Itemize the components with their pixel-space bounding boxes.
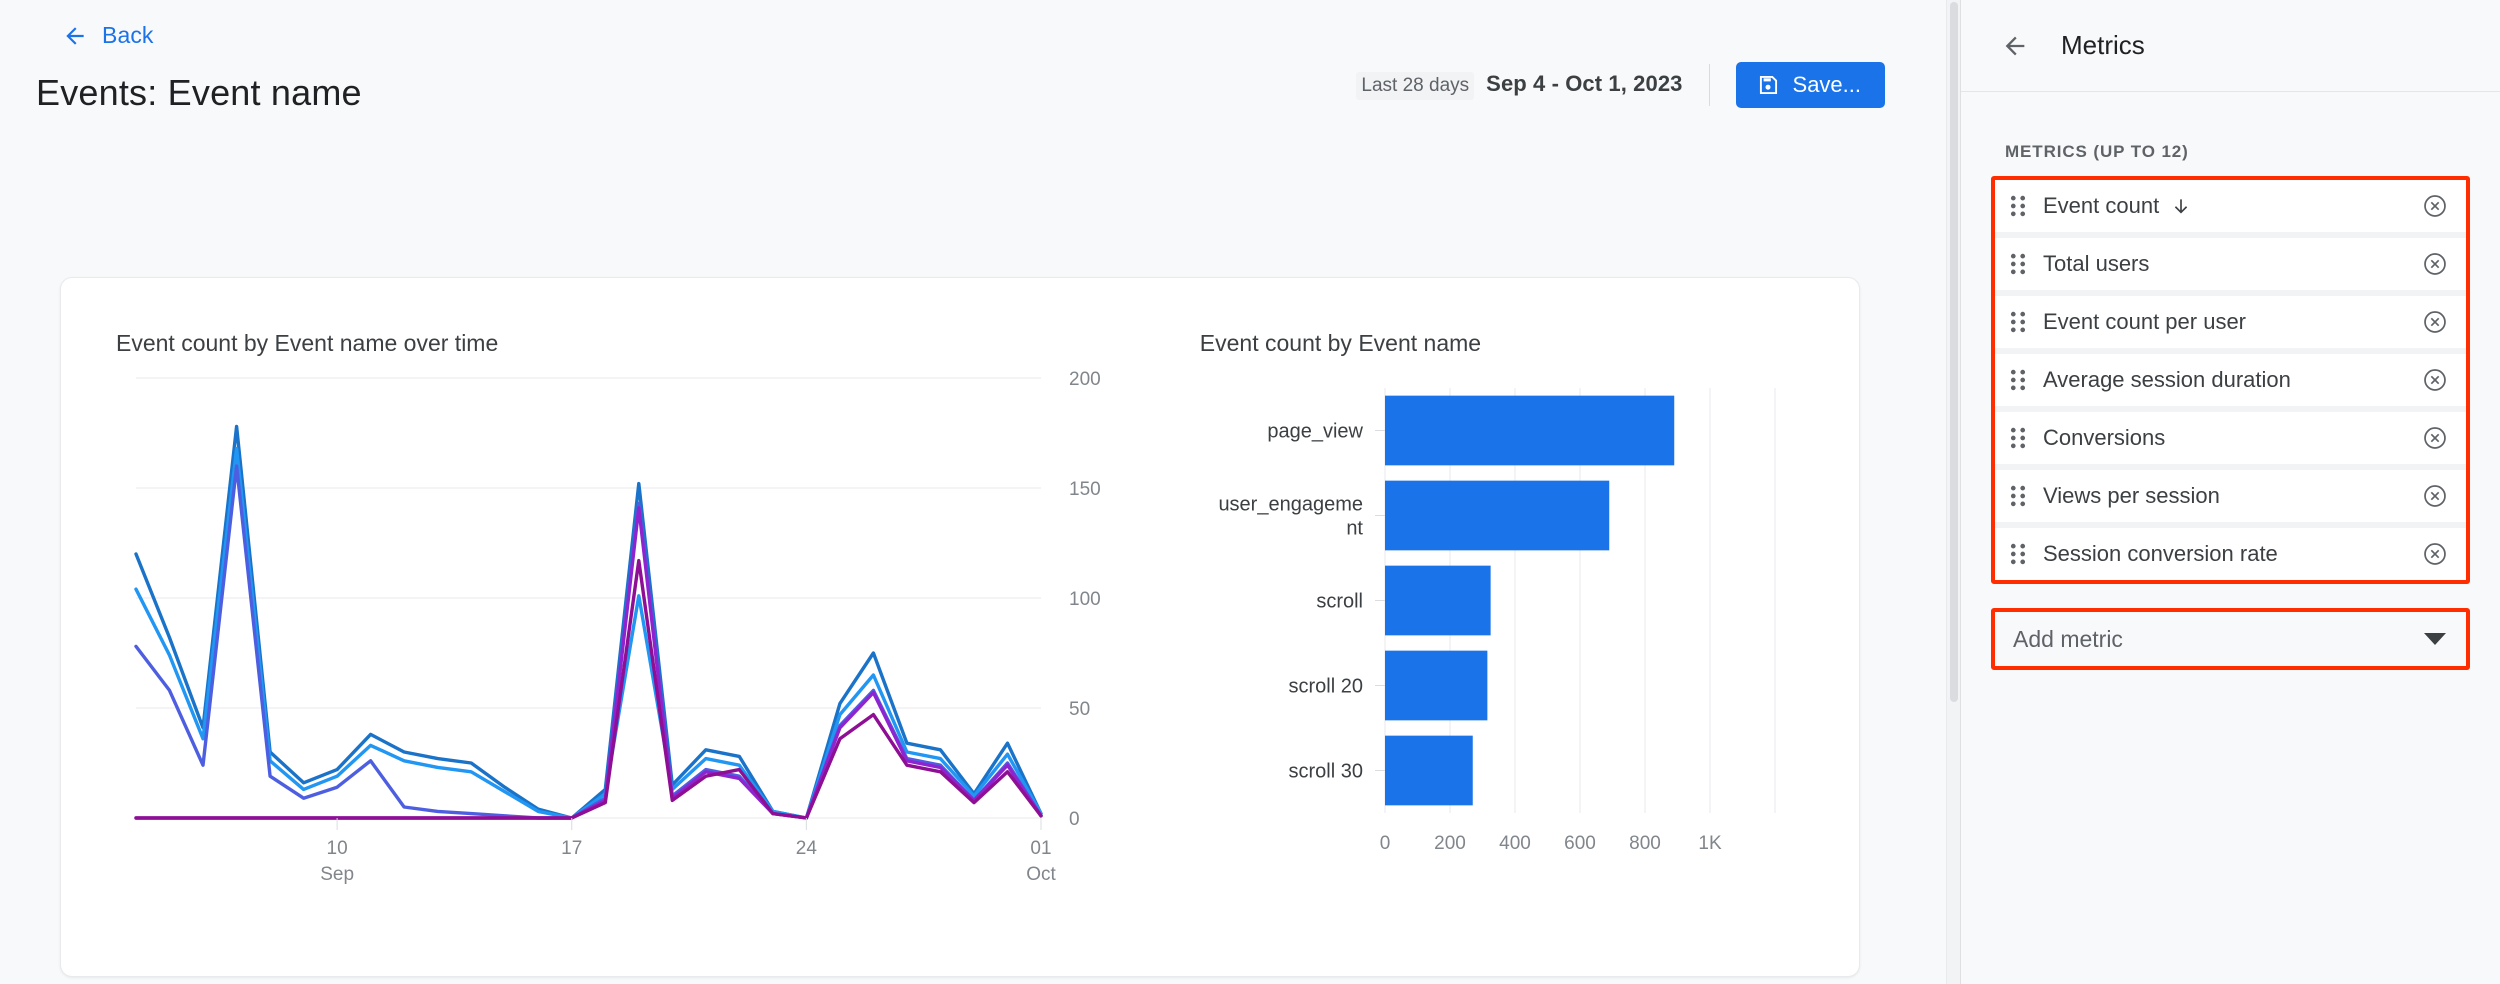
svg-text:1K: 1K [1698, 833, 1722, 854]
scrollbar-thumb[interactable] [1950, 2, 1958, 702]
analytics-page: Back Events: Event name Last 28 days Sep… [0, 0, 2500, 984]
remove-circle-icon[interactable] [2422, 309, 2448, 335]
add-metric-label: Add metric [2013, 625, 2123, 652]
svg-text:200: 200 [1434, 833, 1466, 854]
remove-circle-icon[interactable] [2422, 251, 2448, 277]
svg-text:400: 400 [1499, 833, 1531, 854]
remove-circle-icon[interactable] [2422, 367, 2448, 393]
svg-text:17: 17 [561, 838, 582, 859]
line-chart-plot[interactable]: 0 50 100 150 200 10 Sep 17 24 01 Oct [61, 358, 1161, 898]
drag-handle-icon[interactable] [2009, 195, 2027, 217]
date-range-picker[interactable]: Last 28 days Sep 4 - Oct 1, 2023 [1356, 71, 1708, 100]
charts-card: Event count by Event name over time 0 50 1… [60, 277, 1860, 977]
bar-chart-title: Event count by Event name [1199, 330, 1482, 356]
remove-circle-icon[interactable] [2422, 541, 2448, 567]
chevron-down-icon [2424, 633, 2446, 645]
metric-label: Conversions [2043, 425, 2166, 450]
metric-label: Session conversion rate [2043, 541, 2278, 566]
drag-handle-icon[interactable] [2009, 311, 2027, 333]
main-content: Back Events: Event name Last 28 days Sep… [0, 0, 1960, 984]
metric-row[interactable]: Conversions [1995, 412, 2466, 464]
line-chart-title: Event count by Event name over time [116, 330, 499, 356]
metric-label: Event count per user [2043, 309, 2247, 334]
svg-text:100: 100 [1069, 589, 1101, 610]
metrics-side-panel: Metrics METRICS (UP TO 12) Event count To… [1960, 0, 2500, 984]
remove-circle-icon[interactable] [2422, 193, 2448, 219]
svg-text:01: 01 [1030, 838, 1051, 859]
metric-label: Event count [2043, 193, 2422, 219]
line-chart-panel: Event count by Event name over time 0 50 1… [61, 278, 1160, 976]
header-divider [1708, 64, 1710, 106]
date-range-absolute: Sep 4 - Oct 1, 2023 [1486, 70, 1683, 96]
arrow-down-icon[interactable] [2171, 195, 2191, 217]
metrics-section-label: METRICS (UP TO 12) [2005, 142, 2189, 161]
header-actions: Last 28 days Sep 4 - Oct 1, 2023 Save... [1356, 62, 1885, 108]
metric-row[interactable]: Event count per user [1995, 296, 2466, 348]
svg-text:200: 200 [1069, 369, 1101, 390]
drag-handle-icon[interactable] [2009, 369, 2027, 391]
metric-row[interactable]: Total users [1995, 238, 2466, 290]
metric-row[interactable]: Views per session [1995, 470, 2466, 522]
metrics-panel-title: Metrics [2061, 30, 2145, 60]
metrics-list: Event count Total users Event count per us… [1991, 176, 2470, 584]
remove-circle-icon[interactable] [2422, 483, 2448, 509]
date-range-relative: Last 28 days [1356, 71, 1475, 100]
svg-text:50: 50 [1069, 699, 1090, 720]
add-metric-dropdown[interactable]: Add metric [1991, 608, 2470, 670]
metrics-panel-body: METRICS (UP TO 12) Event count Total user… [1961, 142, 2500, 670]
drag-handle-icon[interactable] [2009, 427, 2027, 449]
drag-handle-icon[interactable] [2009, 543, 2027, 565]
svg-text:150: 150 [1069, 479, 1101, 500]
svg-text:page_view: page_view [1267, 421, 1363, 443]
svg-text:10: 10 [327, 838, 348, 859]
svg-text:Sep: Sep [320, 864, 354, 885]
page-title: Events: Event name [36, 72, 362, 113]
svg-text:Oct: Oct [1026, 864, 1056, 885]
back-link[interactable]: Back [62, 22, 154, 49]
svg-text:0: 0 [1379, 833, 1390, 854]
svg-text:24: 24 [796, 838, 818, 859]
svg-text:nt: nt [1346, 518, 1363, 540]
metric-label: Total users [2043, 251, 2150, 276]
metric-row[interactable]: Session conversion rate [1995, 528, 2466, 580]
metric-row[interactable]: Average session duration [1995, 354, 2466, 406]
metrics-panel-header: Metrics [1961, 0, 2500, 92]
bar-chart-plot[interactable]: 0 200 400 600 800 1K page_view user_engageme nt s… [1160, 358, 1860, 878]
metric-row[interactable]: Event count [1995, 180, 2466, 232]
remove-circle-icon[interactable] [2422, 425, 2448, 451]
svg-text:800: 800 [1629, 833, 1661, 854]
svg-text:scroll 20: scroll 20 [1288, 676, 1362, 698]
bar-chart-panel: Event count by Event name 0 200 400 600 800 1… [1160, 278, 1859, 976]
back-label: Back [102, 22, 154, 48]
svg-text:scroll 30: scroll 30 [1288, 761, 1362, 783]
metric-label: Views per session [2043, 483, 2220, 508]
drag-handle-icon[interactable] [2009, 253, 2027, 275]
drag-handle-icon[interactable] [2009, 485, 2027, 507]
save-button-label: Save... [1792, 72, 1861, 97]
svg-text:600: 600 [1564, 833, 1596, 854]
arrow-left-icon [66, 26, 84, 45]
svg-text:scroll: scroll [1316, 591, 1363, 613]
svg-text:0: 0 [1069, 809, 1080, 830]
metric-label: Average session duration [2043, 367, 2291, 392]
svg-text:user_engageme: user_engageme [1218, 494, 1363, 516]
save-button[interactable]: Save... [1735, 62, 1885, 108]
save-disk-icon [1759, 75, 1777, 95]
main-scrollbar[interactable] [1946, 0, 1960, 984]
arrow-left-icon[interactable] [2001, 32, 2029, 60]
